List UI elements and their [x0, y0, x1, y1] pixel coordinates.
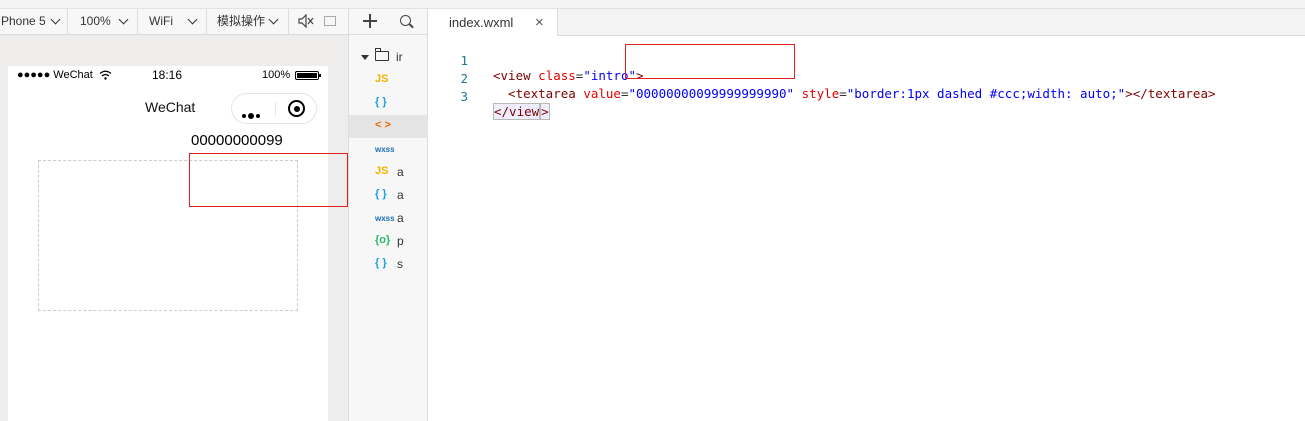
simulate-action-label: 模拟操作	[217, 14, 266, 28]
code-line: 3 </view >	[428, 74, 550, 120]
close-miniprogram-icon[interactable]	[288, 100, 305, 117]
simulate-action-select[interactable]: 模拟操作	[206, 9, 289, 34]
tree-file-item[interactable]: { }	[349, 92, 428, 115]
chevron-down-icon	[187, 14, 198, 25]
tab-title: index.wxml	[449, 15, 514, 30]
chevron-down-icon	[268, 14, 279, 25]
file-tree-panel: ir JS{ } < > wxss JS a{ } a wxss a {o} p{ } s	[348, 9, 428, 421]
device-select[interactable]: Phone 5	[0, 9, 68, 34]
file-type-icon: < >	[375, 119, 391, 131]
tree-file-item[interactable]: JS a	[349, 161, 428, 184]
code-line: 1 <view class="intro">	[428, 38, 643, 83]
file-type-icon: JS	[375, 165, 389, 177]
tree-item-label: p	[397, 234, 404, 248]
tree-file-item[interactable]: JS	[349, 69, 428, 92]
chevron-down-icon	[118, 14, 129, 25]
status-bar: ●●●●● WeChat 18:16 100%	[8, 66, 328, 86]
highlight-box	[189, 153, 348, 207]
capsule-divider	[275, 102, 276, 116]
mute-icon[interactable]	[298, 14, 314, 28]
tree-file-item[interactable]: wxss	[349, 138, 428, 161]
file-tree-toolbar	[349, 9, 428, 35]
tree-file-item[interactable]: wxss a	[349, 207, 428, 230]
file-type-icon: wxss	[375, 214, 395, 223]
status-time: 18:16	[152, 68, 183, 82]
carrier-label: ●●●●● WeChat	[17, 69, 93, 81]
code-line: 2 <textarea value="00000000099999999990"…	[428, 56, 1215, 101]
code-token: <textarea	[493, 86, 576, 101]
close-icon[interactable]: ×	[535, 14, 544, 31]
detach-window-icon[interactable]	[324, 16, 336, 26]
network-label: WiFi	[149, 14, 173, 28]
folder-open-icon	[375, 48, 389, 61]
code-token: "00000000099999999990"	[628, 86, 795, 101]
network-select[interactable]: WiFi	[137, 9, 207, 34]
code-token: >	[540, 103, 550, 120]
code-token: </view	[493, 103, 541, 120]
battery-icon	[295, 71, 321, 80]
file-type-icon: { }	[375, 257, 387, 269]
editor-tab-bar: index.wxml ×	[428, 9, 1305, 36]
nav-title: WeChat	[145, 99, 196, 115]
file-type-icon: { }	[375, 96, 387, 108]
tree-item-label: a	[397, 188, 404, 202]
phone-screen: ●●●●● WeChat 18:16 100% WeChat	[8, 66, 328, 421]
more-icon[interactable]	[242, 107, 262, 125]
tree-item-label: a	[397, 165, 404, 179]
simulator-area: ●●●●● WeChat 18:16 100% WeChat 000000000…	[0, 35, 348, 421]
code-token: style	[794, 86, 840, 101]
file-type-icon: wxss	[375, 145, 395, 154]
textarea-input[interactable]: 00000000099	[191, 132, 290, 149]
code-token: class	[530, 68, 576, 83]
code-token: value	[575, 86, 621, 101]
tree-item-label: ir	[396, 50, 403, 64]
code-token: =	[839, 86, 847, 101]
battery-percent: 100%	[262, 69, 291, 81]
tree-file-item[interactable]: {o} p	[349, 230, 428, 253]
file-type-icon: JS	[375, 73, 389, 85]
search-icon[interactable]	[400, 15, 411, 26]
file-type-icon: { }	[375, 188, 387, 200]
code-token: "border:1px dashed #ccc;width: auto;"	[846, 86, 1126, 101]
capsule-menu	[231, 93, 317, 124]
wifi-icon	[99, 70, 112, 80]
caret-down-icon	[361, 55, 369, 60]
code-token: <view	[493, 68, 531, 83]
add-file-icon[interactable]	[363, 14, 377, 28]
tree-folder[interactable]: ir	[349, 46, 428, 69]
window-top-strip	[0, 0, 1305, 9]
zoom-label: 100%	[80, 14, 111, 28]
tree-file-item[interactable]: < >	[349, 115, 428, 138]
chevron-down-icon	[50, 14, 61, 25]
highlight-box	[625, 44, 795, 79]
line-number: 3	[460, 89, 468, 104]
tree-item-label: s	[397, 257, 403, 271]
tree-file-item[interactable]: { } s	[349, 253, 428, 276]
device-label: Phone 5	[1, 14, 46, 28]
zoom-select[interactable]: 100%	[67, 9, 138, 34]
file-type-icon: {o}	[375, 234, 391, 246]
code-token: ></textarea>	[1125, 86, 1216, 101]
tree-file-item[interactable]: { } a	[349, 184, 428, 207]
tab-index-wxml[interactable]: index.wxml ×	[428, 9, 558, 36]
tree-item-label: a	[397, 211, 404, 225]
simulator-toolbar: Phone 5 100% WiFi 模拟操作	[0, 9, 348, 35]
code-editor: index.wxml × 1 <view class="intro"> 2 <t…	[428, 9, 1305, 421]
